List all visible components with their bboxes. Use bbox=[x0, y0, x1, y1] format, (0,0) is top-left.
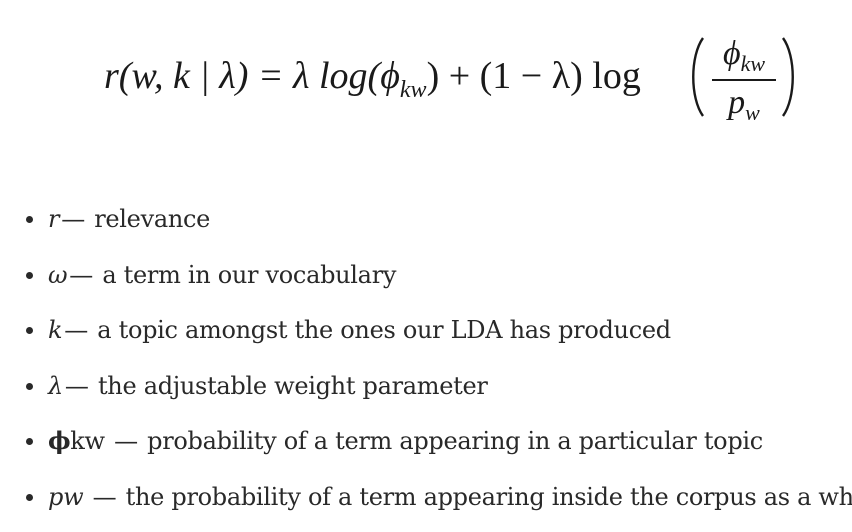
formula-main: r(w, k | λ) = λ log(ϕkw) + (1 − λ) log bbox=[104, 53, 641, 104]
definition-dash: — bbox=[64, 316, 88, 345]
definitions-list: r— relevance ω— a term in our vocabulary… bbox=[24, 196, 852, 530]
definition-dash: — bbox=[69, 260, 93, 289]
fraction-numerator: ϕkw bbox=[722, 35, 766, 76]
definition-text: the adjustable weight parameter bbox=[90, 371, 488, 400]
formula-fraction: ϕkw pw bbox=[708, 34, 780, 126]
bullet-icon bbox=[26, 327, 33, 335]
definition-dash: — bbox=[61, 205, 85, 233]
definition-symbol: k bbox=[48, 316, 63, 345]
definition-item-r: r— relevance bbox=[24, 196, 852, 252]
fraction-denominator: pw bbox=[728, 84, 760, 125]
definition-symbol-suffix: kw bbox=[70, 427, 105, 456]
definition-item-phi: ϕkw — probability of a term appearing in… bbox=[24, 418, 852, 474]
bullet-icon bbox=[26, 271, 33, 279]
definition-text: probability of a term appearing in a par… bbox=[139, 427, 763, 456]
formula-fraction-group: ϕkw pw bbox=[686, 34, 806, 126]
fraction-bar bbox=[712, 79, 776, 81]
definition-item-omega: ω— a term in our vocabulary bbox=[24, 252, 852, 308]
definition-dash: — bbox=[64, 371, 89, 400]
definition-symbol: pw bbox=[48, 482, 84, 511]
definition-text: a term in our vocabulary bbox=[94, 260, 397, 289]
formula-phi-sub: kw bbox=[399, 77, 427, 103]
definition-symbol: λ bbox=[48, 371, 63, 400]
definition-dash: — bbox=[85, 482, 117, 511]
right-paren-icon bbox=[781, 37, 794, 117]
definition-text: relevance bbox=[86, 205, 211, 233]
bullet-icon bbox=[26, 438, 33, 446]
definition-dash: — bbox=[106, 427, 138, 456]
definition-symbol: ϕ bbox=[48, 426, 71, 456]
bullet-icon bbox=[26, 493, 33, 501]
formula-lhs: r(w, k | λ) = λ log( bbox=[104, 55, 381, 97]
relevance-formula: r(w, k | λ) = λ log(ϕkw) + (1 − λ) log ϕ… bbox=[104, 30, 824, 130]
definition-text: the probability of a term appearing insi… bbox=[118, 482, 852, 511]
definition-symbol: ω bbox=[48, 260, 68, 289]
formula-phi: ϕ bbox=[380, 55, 400, 97]
definition-item-lambda: λ— the adjustable weight parameter bbox=[24, 363, 852, 419]
bullet-icon bbox=[26, 216, 33, 223]
definition-item-k: k— a topic amongst the ones our LDA has … bbox=[24, 307, 852, 363]
formula-mid: ) + (1 − λ) log bbox=[426, 55, 641, 97]
bullet-icon bbox=[26, 382, 33, 390]
definition-symbol: r bbox=[48, 205, 60, 233]
left-paren-icon bbox=[692, 37, 705, 117]
definition-item-pw: pw — the probability of a term appearing… bbox=[24, 474, 852, 530]
definition-text: a topic amongst the ones our LDA has pro… bbox=[89, 316, 671, 345]
